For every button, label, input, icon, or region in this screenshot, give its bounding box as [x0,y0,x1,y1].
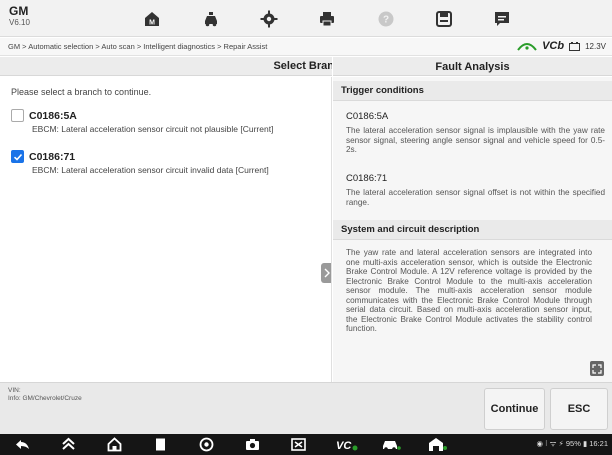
status-indicators: ◉ ⁝ ᯤ ⚡ 95% ▮ 16:21 [536,439,608,449]
branch-list-pane: Please select a branch to continue. C018… [0,77,332,382]
collapse-pane-button[interactable] [321,263,331,283]
dtc-code: C0186:71 [29,150,76,163]
dtc-description: EBCM: Lateral acceleration sensor circui… [32,165,269,175]
trigger-conditions-title: Trigger conditions [333,81,612,101]
vci-button[interactable]: VC [336,437,358,452]
expand-icon [592,364,602,374]
vehicle-icon [205,11,217,26]
svg-text:?: ? [383,14,389,25]
list-item[interactable]: C0186:71 EBCM: Lateral acceleration sens… [11,150,331,175]
right-pane-header: Fault Analysis [333,57,612,76]
back-icon [15,440,29,449]
camera-button[interactable] [244,437,260,452]
checkmark-icon [13,153,22,161]
fault-analysis-pane: Trigger conditions C0186:5A The lateral … [333,77,612,382]
vci-status: VCb 12.3V [517,40,606,52]
repair-shop-button[interactable] [428,437,448,452]
gear-icon [260,10,278,27]
analysis-text: The lateral acceleration sensor signal o… [346,188,605,207]
vehicle-button[interactable] [186,5,236,32]
chevron-right-icon [324,268,330,278]
esc-button[interactable]: ESC [550,388,608,430]
home-button[interactable]: M [127,5,177,32]
garage-icon [429,438,447,451]
vehicle-info-label: Info: GM/Chevrolet/Cruze [8,395,82,402]
message-icon [495,11,509,26]
list-item[interactable]: C0186:5A EBCM: Lateral acceleration sens… [11,109,331,134]
top-toolbar: GM V6.10 M ? [0,0,612,37]
left-pane-header: Select Bran [0,57,332,76]
screen-record-icon [290,438,306,451]
voltage-readout: 12.3V [585,41,606,51]
house-button[interactable] [106,437,122,452]
app-name: GM [9,4,29,18]
battery-percentage: 95% [565,439,581,448]
breadcrumb-bar: GM > Automatic selection > Auto scan > I… [0,38,612,56]
message-button[interactable] [477,5,527,32]
recent-apps-button[interactable] [152,437,168,452]
browser-icon [199,437,213,452]
print-button[interactable] [302,5,352,32]
recent-apps-icon [155,438,165,451]
app-version: V6.10 [9,18,30,27]
analysis-code: C0186:71 [346,173,388,184]
svg-text:VC: VC [336,440,352,452]
vin-label: VIN: [8,387,21,394]
vehicle-shortcut-button[interactable] [381,437,401,452]
system-description-title: System and circuit description [333,220,612,240]
help-button[interactable]: ? [361,5,411,32]
settings-button[interactable] [244,5,294,32]
car-icon [383,441,401,451]
dtc-code: C0186:5A [29,109,77,122]
left-pane-title: Select Bran [273,60,332,72]
print-icon [320,11,334,26]
breadcrumb: GM > Automatic selection > Auto scan > I… [8,42,268,51]
system-description-text: The yaw rate and lateral acceleration se… [346,248,592,333]
right-pane-title: Fault Analysis [435,61,510,73]
clock: 16:21 [589,439,608,448]
checkbox[interactable] [11,109,24,122]
screen-record-button[interactable] [290,437,306,452]
vci-label: VCb [542,40,565,52]
connection-icon [517,43,537,51]
camera-icon [245,439,259,450]
save-button[interactable] [419,5,469,32]
battery-icon: ▮ [582,439,588,448]
home-icon: M [145,11,159,26]
back-button[interactable] [14,437,30,452]
battery-voltage-icon [569,41,581,51]
vci-icon: VC [336,440,358,452]
checkbox[interactable] [11,150,24,163]
dtc-description: EBCM: Lateral acceleration sensor circui… [32,124,274,134]
vehicle-info: VIN: Info: GM/Chevrolet/Cruze [8,387,82,403]
home-nav-button[interactable] [60,437,76,452]
continue-button[interactable]: Continue [484,388,545,430]
double-chevron-up-icon [61,437,75,450]
instruction-text: Please select a branch to continue. [11,87,152,97]
house-icon [107,437,121,452]
expand-button[interactable] [590,362,604,376]
bottom-action-bar: VIN: Info: GM/Chevrolet/Cruze Continue E… [0,382,612,434]
wifi-icon: ◉ ⁝ ᯤ ⚡ [536,439,564,448]
browser-button[interactable] [198,437,214,452]
analysis-code: C0186:5A [346,111,389,122]
analysis-text: The lateral acceleration sensor signal i… [346,126,605,154]
system-nav-bar: VC ◉ ⁝ ᯤ ⚡ 95% ▮ 16:21 [0,434,612,455]
app-brand: GM V6.10 [9,5,30,27]
help-icon: ? [378,11,394,26]
save-icon [436,10,452,27]
svg-text:M: M [149,19,155,26]
